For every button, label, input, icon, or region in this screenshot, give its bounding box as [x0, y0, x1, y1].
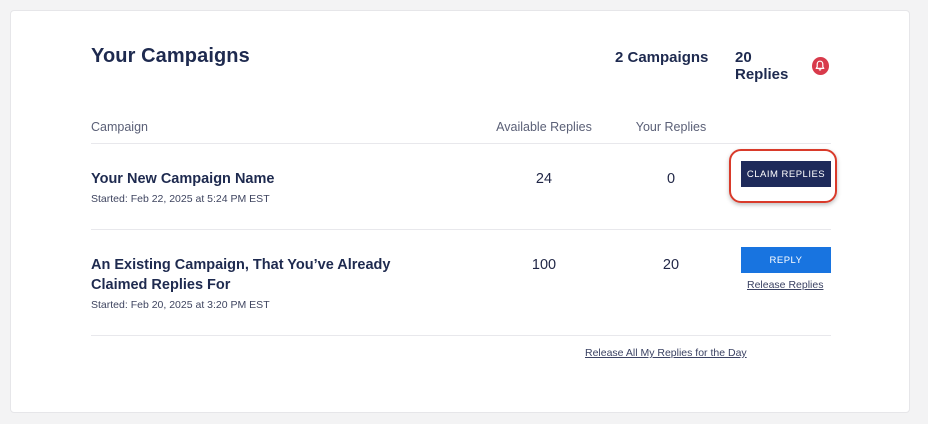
column-header-campaign: Campaign	[91, 120, 148, 134]
row-divider	[91, 229, 831, 230]
table-row: An Existing Campaign, That You’ve Alread…	[91, 247, 831, 311]
reply-count: 20 Replies	[735, 49, 789, 83]
your-replies-value: 20	[662, 257, 680, 273]
column-header-your-replies: Your Replies	[635, 120, 707, 134]
campaign-name: An Existing Campaign, That You’ve Alread…	[91, 257, 391, 293]
release-all-replies-link[interactable]: Release All My Replies for the Day	[585, 347, 747, 359]
campaigns-header: Your Campaigns 2 Campaigns 20 Replies	[91, 45, 829, 83]
campaign-name: Your New Campaign Name	[91, 171, 275, 187]
release-replies-link[interactable]: Release Replies	[747, 279, 823, 291]
claim-replies-button[interactable]: CLAIM REPLIES	[741, 161, 831, 187]
reply-count-notification[interactable]: 20 Replies	[735, 49, 829, 83]
your-replies-value: 0	[666, 171, 676, 187]
available-replies-value: 24	[535, 171, 553, 187]
campaigns-card: Your Campaigns 2 Campaigns 20 Replies Ca…	[10, 10, 910, 413]
table-row: Your New Campaign Name Started: Feb 22, …	[91, 149, 837, 205]
column-header-available-replies: Available Replies	[496, 120, 592, 134]
reply-button[interactable]: REPLY	[741, 247, 831, 273]
campaign-started: Started: Feb 22, 2025 at 5:24 PM EST	[91, 193, 270, 205]
row-divider	[91, 143, 831, 144]
campaign-started: Started: Feb 20, 2025 at 3:20 PM EST	[91, 299, 270, 311]
campaign-count: 2 Campaigns	[615, 49, 709, 66]
page-title: Your Campaigns	[91, 45, 250, 67]
available-replies-value: 100	[531, 257, 557, 273]
row-divider	[91, 335, 831, 336]
bell-icon[interactable]	[811, 57, 829, 75]
